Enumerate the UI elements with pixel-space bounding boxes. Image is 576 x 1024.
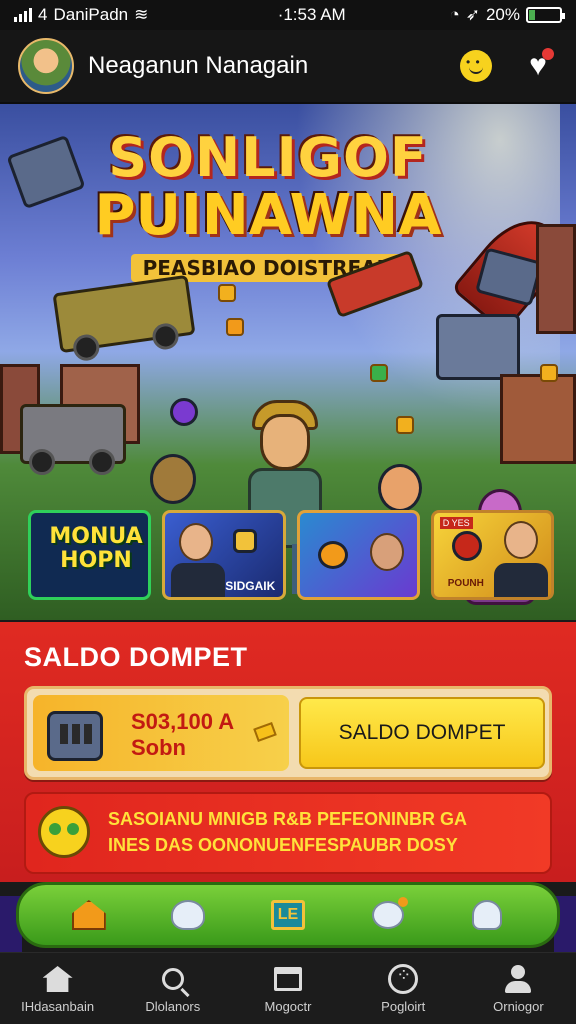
quick-action-bar: LE — [16, 882, 560, 948]
thumbnail-label: POUNH — [447, 578, 484, 589]
quick-profile-button[interactable] — [467, 895, 507, 935]
battery-percent: 20% — [485, 5, 520, 24]
gem-image — [451, 531, 482, 561]
mascot-icon — [38, 806, 90, 858]
game-thumbnail[interactable]: SIDGAIK — [162, 510, 286, 600]
book-icon: LE — [270, 900, 305, 930]
battery-icon — [526, 7, 565, 23]
notification-dot — [542, 48, 554, 60]
clock: ·1:53 AM — [277, 5, 346, 24]
emoji-button[interactable] — [456, 46, 496, 86]
coin-image — [370, 364, 388, 382]
wallet-amount-line2: Sobn — [131, 735, 186, 760]
game-thumbnail[interactable]: MONUA HOPN — [28, 510, 152, 600]
promo-line2: INES DAS OONONUENFESPAUBR DOSY — [108, 835, 458, 855]
wallet-machine-icon — [47, 711, 103, 761]
carrier-name: DaniPadn — [53, 5, 129, 24]
coin-image — [540, 364, 558, 382]
game-thumbnail[interactable] — [296, 510, 420, 600]
wizard-face-image — [369, 533, 404, 571]
tab-home[interactable]: IHdasanbain — [0, 953, 115, 1024]
search-icon — [161, 968, 184, 990]
coin-image — [218, 284, 236, 302]
wallet-section: SALDO DOMPET S03,100 A Sobn SALDO DOMPET… — [0, 622, 576, 882]
tab-label: IHdasanbain — [21, 999, 95, 1014]
alarm-icon: ◔ — [449, 5, 460, 24]
pumpkin-image — [317, 541, 348, 569]
tab-label: Dlolanors — [145, 999, 201, 1014]
game-banner[interactable]: SONLIGOF PUINAWNA PEASBIAO DOISTREAN MON… — [0, 104, 576, 620]
location-icon: ➶ — [465, 5, 480, 24]
wallet-card: S03,100 A Sobn SALDO DOMPET — [24, 686, 552, 780]
wallet-balance: S03,100 A Sobn — [33, 695, 289, 771]
creature-image — [150, 454, 196, 504]
wallet-amount: S03,100 A Sobn — [131, 709, 234, 761]
banner-title-line2: PUINAWNA — [94, 183, 442, 248]
wallet-amount-line1: S03,100 A — [131, 709, 235, 734]
app-header: Neaganun Nanagain ♥ — [0, 30, 576, 104]
tab-label: Mogoctr — [264, 999, 312, 1014]
robot-icon — [171, 900, 206, 930]
thumbnail-label: MONUA HOPN — [49, 524, 143, 573]
thumbnail-label: SIDGAIK — [225, 579, 276, 593]
profile-icon — [472, 900, 503, 930]
character-face-image — [179, 523, 214, 561]
window-icon — [274, 967, 302, 991]
smiley-icon — [460, 50, 492, 82]
quick-book-button[interactable]: LE — [268, 895, 308, 935]
cube-image — [233, 529, 258, 553]
floating-machine-image — [436, 314, 520, 380]
thumbnail-tag: D YES — [439, 517, 473, 529]
promo-text: SASOIANU MNIGB R&B PEFEONINBR GA INES DA… — [108, 806, 467, 858]
wallet-button[interactable]: SALDO DOMPET — [299, 697, 545, 769]
promo-line1: SASOIANU MNIGB R&B PEFEONINBR GA — [108, 809, 468, 829]
tab-label: Pogloirt — [381, 999, 426, 1014]
quick-chat-button[interactable] — [368, 895, 408, 935]
banner-title-line1: SONLIGOF — [108, 126, 428, 189]
game-thumbnails: MONUA HOPN SIDGAIK D YES POUNH — [28, 510, 554, 600]
coin-image — [226, 318, 244, 336]
user-icon — [504, 965, 532, 993]
promo-banner[interactable]: SASOIANU MNIGB R&B PEFEONINBR GA INES DA… — [24, 792, 552, 874]
tab-label: Orniogor — [493, 999, 544, 1014]
carrier-prefix: 4 — [38, 5, 48, 24]
coin-badge-icon — [253, 722, 277, 742]
gamepad-icon — [388, 964, 419, 994]
quick-home-button[interactable] — [69, 895, 109, 935]
avatar[interactable] — [18, 38, 74, 94]
bottom-tab-bar: IHdasanbain Dlolanors Mogoctr Pogloirt O… — [0, 952, 576, 1024]
truck-image — [52, 274, 196, 363]
user-name: Neaganun Nanagain — [88, 52, 309, 79]
favorites-button[interactable]: ♥ — [518, 46, 558, 86]
house-icon — [71, 900, 106, 930]
banner-title: SONLIGOF PUINAWNA PEASBIAO DOISTREAN — [0, 126, 576, 282]
house-image — [500, 374, 576, 464]
status-bar: 4 DaniPadn ≋ ·1:53 AM ◔ ➶ 20% — [0, 0, 576, 30]
quick-bot-button[interactable] — [168, 895, 208, 935]
coin-image — [396, 416, 414, 434]
jeep-image — [20, 404, 126, 475]
home-icon — [42, 966, 73, 992]
orb-image — [170, 398, 198, 426]
chat-icon — [371, 897, 408, 929]
signal-icon — [14, 8, 32, 22]
wifi-icon: ≋ — [134, 5, 149, 24]
character-face-image — [503, 521, 538, 559]
wallet-title: SALDO DOMPET — [24, 642, 248, 672]
tab-search[interactable]: Dlolanors — [115, 953, 230, 1024]
tab-games[interactable]: Pogloirt — [346, 953, 461, 1024]
tab-window[interactable]: Mogoctr — [230, 953, 345, 1024]
cat-image — [378, 464, 422, 512]
game-thumbnail[interactable]: D YES POUNH — [430, 510, 554, 600]
tab-profile[interactable]: Orniogor — [461, 953, 576, 1024]
